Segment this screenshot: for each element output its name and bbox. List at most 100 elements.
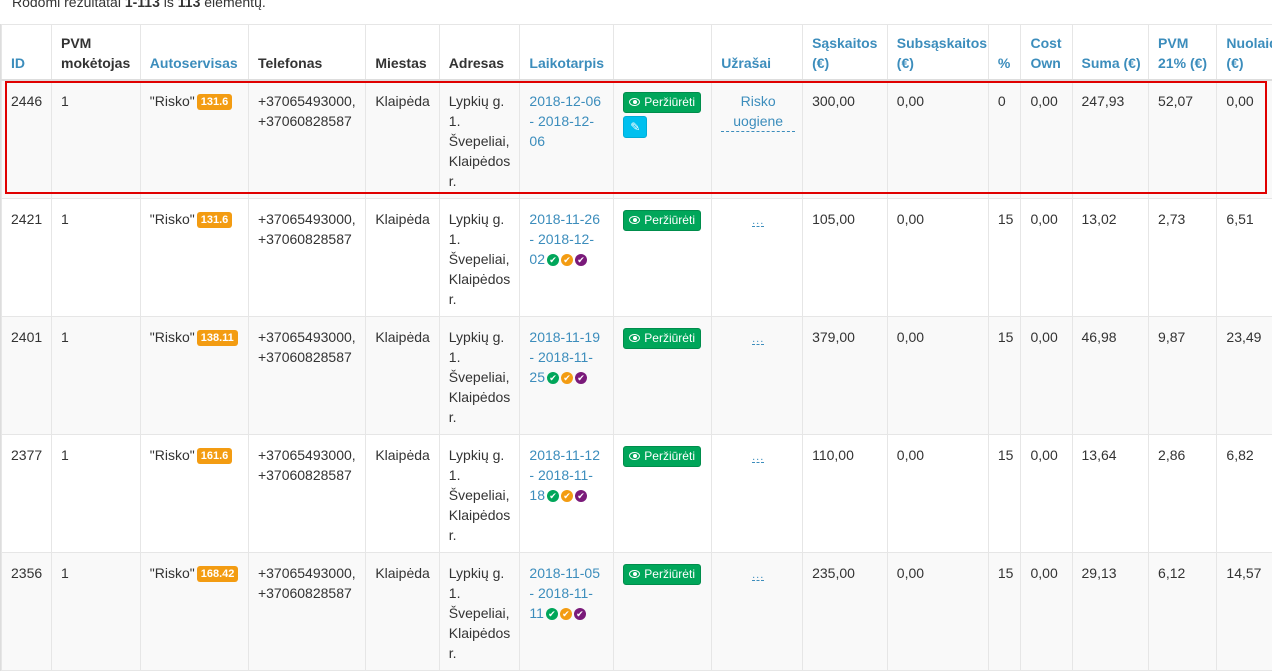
cell-city: Klaipėda	[366, 435, 439, 553]
table-header-row: IDPVM mokėtojasAutoservisasTelefonasMies…	[2, 25, 1272, 81]
cell-vat: 52,07	[1149, 80, 1217, 199]
cell-service: "Risko"131.6	[140, 199, 248, 317]
cell-invoices: 110,00	[803, 435, 888, 553]
cost-own-value: 0,00	[1030, 211, 1057, 227]
view-button[interactable]: Peržiūrėti	[623, 328, 701, 349]
rating-badge: 138.11	[197, 330, 238, 346]
note-empty-link[interactable]: ...	[752, 334, 764, 345]
table-row: 23771"Risko"161.6+37065493000, +37060828…	[2, 435, 1272, 553]
vat-amount: 9,87	[1158, 329, 1185, 345]
cell-cost-own: 0,00	[1021, 435, 1072, 553]
column-header-12[interactable]: Cost Own	[1021, 25, 1072, 81]
column-header-6[interactable]: Laikotarpis	[520, 25, 614, 81]
vat-amount: 6,12	[1158, 565, 1185, 581]
column-header-10[interactable]: Subsąskaitos (€)	[887, 25, 988, 81]
view-button[interactable]: Peržiūrėti	[623, 92, 701, 113]
cell-discount: 23,49	[1217, 317, 1272, 435]
cell-city: Klaipėda	[366, 80, 439, 199]
cell-percent: 0	[988, 80, 1021, 199]
cell-service: "Risko"138.11	[140, 317, 248, 435]
percent-value: 0	[998, 93, 1006, 109]
summary-mid: iš	[164, 0, 174, 10]
cell-note: ...	[712, 553, 803, 671]
view-button[interactable]: Peržiūrėti	[623, 564, 701, 585]
row-id: 2356	[11, 565, 42, 581]
discount-amount: 6,51	[1226, 211, 1253, 227]
note-link[interactable]: Risko uogiene	[721, 91, 795, 132]
eye-icon	[629, 216, 640, 224]
discount-amount: 23,49	[1226, 329, 1261, 345]
view-button-label: Peržiūrėti	[644, 449, 695, 463]
eye-icon	[629, 334, 640, 342]
cell-phone: +37065493000, +37060828587	[248, 80, 365, 199]
view-button[interactable]: Peržiūrėti	[623, 446, 701, 467]
column-header-14[interactable]: PVM 21% (€)	[1149, 25, 1217, 81]
discount-amount: 14,57	[1226, 565, 1261, 581]
subinvoices-amount: 0,00	[897, 329, 924, 345]
pvm-payer: 1	[61, 329, 69, 345]
edit-button[interactable]: ✎	[623, 116, 647, 138]
column-header-8[interactable]: Užrašai	[712, 25, 803, 81]
check-circle-icon: ✔	[547, 254, 559, 266]
check-circle-icon: ✔	[561, 254, 573, 266]
cell-vat: 2,73	[1149, 199, 1217, 317]
phone-numbers: +37065493000, +37060828587	[258, 211, 356, 247]
city: Klaipėda	[375, 565, 430, 581]
service-name: "Risko"	[150, 447, 195, 463]
cell-address: Lypkių g. 1. Švepeliai, Klaipėdos r.	[439, 317, 520, 435]
cell-actions: Peržiūrėti	[614, 435, 712, 553]
cell-invoices: 105,00	[803, 199, 888, 317]
column-header-2[interactable]: Autoservisas	[140, 25, 248, 81]
invoices-amount: 235,00	[812, 565, 855, 581]
cell-pvm: 1	[52, 80, 141, 199]
column-header-15[interactable]: Nuolaida (€)	[1217, 25, 1272, 81]
pvm-payer: 1	[61, 447, 69, 463]
cell-sum: 13,64	[1072, 435, 1149, 553]
cell-subinvoices: 0,00	[887, 553, 988, 671]
column-header-13[interactable]: Suma (€)	[1072, 25, 1149, 81]
cell-address: Lypkių g. 1. Švepeliai, Klaipėdos r.	[439, 553, 520, 671]
discount-amount: 6,82	[1226, 447, 1253, 463]
pvm-payer: 1	[61, 565, 69, 581]
cell-phone: +37065493000, +37060828587	[248, 317, 365, 435]
summary-total: 113	[178, 0, 201, 10]
phone-numbers: +37065493000, +37060828587	[258, 329, 356, 365]
cell-actions: Peržiūrėti	[614, 317, 712, 435]
address: Lypkių g. 1. Švepeliai, Klaipėdos r.	[449, 565, 511, 661]
table-row: 23561"Risko"168.42+37065493000, +3706082…	[2, 553, 1272, 671]
cell-period: 2018-12-06 - 2018-12-06	[520, 80, 614, 199]
percent-value: 15	[998, 211, 1014, 227]
cell-period: 2018-11-19 - 2018-11-25✔✔✔	[520, 317, 614, 435]
phone-numbers: +37065493000, +37060828587	[258, 565, 356, 601]
note-empty-link[interactable]: ...	[752, 452, 764, 463]
view-button-label: Peržiūrėti	[644, 331, 695, 345]
cell-phone: +37065493000, +37060828587	[248, 199, 365, 317]
subinvoices-amount: 0,00	[897, 211, 924, 227]
cell-cost-own: 0,00	[1021, 553, 1072, 671]
row-id: 2401	[11, 329, 42, 345]
cell-subinvoices: 0,00	[887, 435, 988, 553]
note-empty-link[interactable]: ...	[752, 570, 764, 581]
note-empty-link[interactable]: ...	[752, 216, 764, 227]
column-header-9[interactable]: Sąskaitos (€)	[803, 25, 888, 81]
period-link[interactable]: 2018-12-06 - 2018-12-06	[529, 93, 601, 149]
cell-address: Lypkių g. 1. Švepeliai, Klaipėdos r.	[439, 435, 520, 553]
rating-badge: 161.6	[197, 448, 233, 464]
subinvoices-amount: 0,00	[897, 447, 924, 463]
cell-subinvoices: 0,00	[887, 199, 988, 317]
cell-percent: 15	[988, 317, 1021, 435]
cost-own-value: 0,00	[1030, 329, 1057, 345]
service-name: "Risko"	[150, 565, 195, 581]
cell-actions: Peržiūrėti ✎	[614, 80, 712, 199]
phone-numbers: +37065493000, +37060828587	[258, 447, 356, 483]
column-header-11[interactable]: %	[988, 25, 1021, 81]
view-button-label: Peržiūrėti	[644, 95, 695, 109]
check-circle-icon: ✔	[561, 372, 573, 384]
summary-range: 1-113	[125, 0, 160, 10]
view-button[interactable]: Peržiūrėti	[623, 210, 701, 231]
column-header-0[interactable]: ID	[2, 25, 52, 81]
cell-id: 2401	[2, 317, 52, 435]
cell-cost-own: 0,00	[1021, 317, 1072, 435]
invoices-amount: 300,00	[812, 93, 855, 109]
cell-cost-own: 0,00	[1021, 80, 1072, 199]
